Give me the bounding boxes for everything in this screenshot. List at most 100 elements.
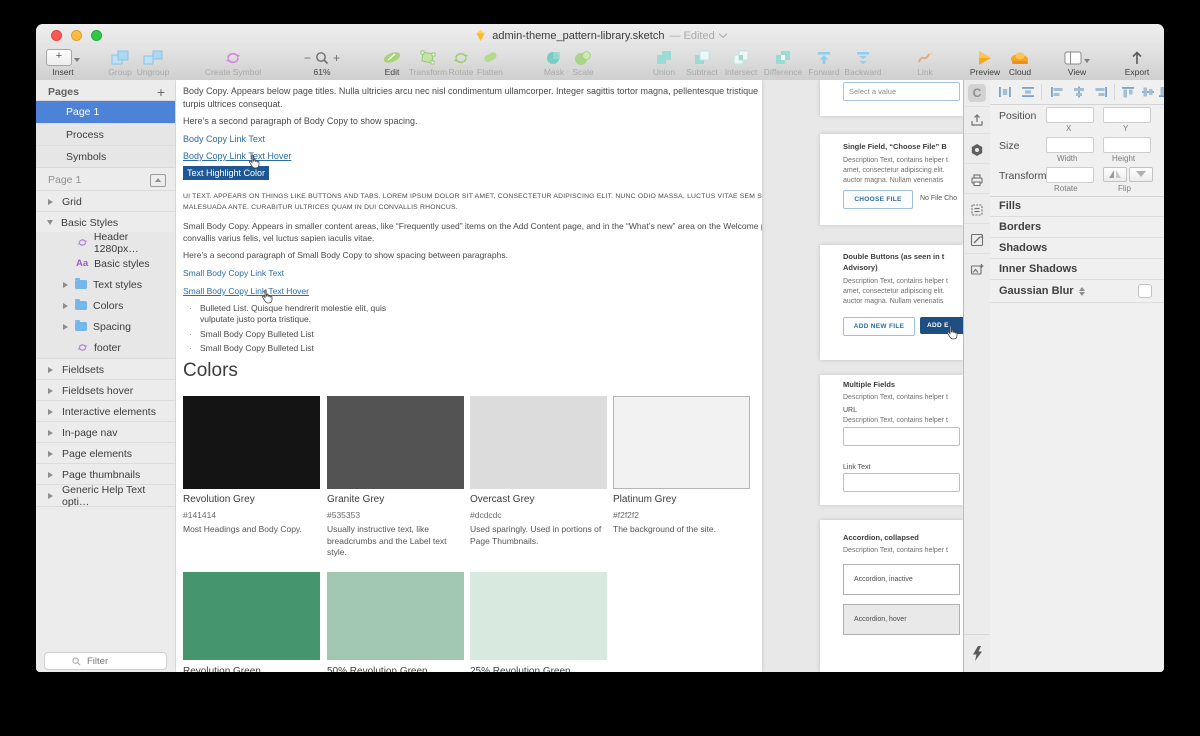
flatten-button[interactable]: Flatten (457, 49, 523, 79)
small-body-link-hover: Small Body Copy Link Text Hover (183, 286, 309, 296)
flip-horizontal-button[interactable] (1103, 167, 1127, 182)
toolbar: + Insert Group Ungroup Create Symbol − +… (36, 47, 1164, 81)
ui-text-line: UI TEXT. APPEARS ON THINGS LIKE BUTTONS … (183, 193, 762, 200)
position-x-input[interactable] (1046, 107, 1094, 123)
export-button[interactable]: Export (1104, 49, 1164, 79)
settings-tool[interactable] (964, 137, 990, 164)
bullet-line: Small Body Copy Bulleted List (200, 343, 314, 353)
small-body-link-text: Small Body Copy Link Text (183, 268, 284, 278)
image-plus-icon (970, 263, 984, 277)
artboard-double-buttons[interactable]: Double Buttons (as seen in t Advisory) D… (820, 245, 963, 360)
link-icon (916, 50, 934, 65)
zoom-in-icon[interactable]: + (333, 51, 340, 65)
layer-row-text-styles-folder[interactable]: Text styles (36, 274, 175, 295)
align-top-icon[interactable] (1121, 86, 1135, 98)
layer-row-generic-help-text[interactable]: Generic Help Text opti… (36, 484, 175, 507)
align-middle-vertical-icon[interactable] (1141, 86, 1155, 98)
link-text-input-sample (843, 473, 960, 492)
swatch-overcast-grey (470, 396, 607, 489)
add-page-button[interactable]: + (157, 84, 165, 100)
align-bottom-icon[interactable] (1158, 86, 1164, 98)
swatch-desc: Usually instructive text, like breadcrum… (327, 524, 464, 559)
page-item-symbols[interactable]: Symbols (36, 145, 175, 168)
shadows-section-header[interactable]: Shadows (990, 238, 1164, 259)
borders-section-header[interactable]: Borders (990, 217, 1164, 238)
swatch-revolution-grey (183, 396, 320, 489)
create-symbol-button[interactable]: Create Symbol (200, 49, 266, 79)
distribute-vertically-icon[interactable] (1021, 86, 1035, 98)
component-tab[interactable]: C (964, 80, 990, 107)
layer-row-colors-folder[interactable]: Colors (36, 295, 175, 316)
zoom-control[interactable]: − + 61% (289, 49, 355, 79)
align-center-horizontal-icon[interactable] (1072, 86, 1086, 98)
size-label: Size (999, 140, 1019, 152)
layer-row-fieldsets-hover[interactable]: Fieldsets hover (36, 379, 175, 401)
layer-row-fieldsets[interactable]: Fieldsets (36, 358, 175, 380)
vector-edit-tool[interactable] (964, 227, 990, 254)
stepper-icon[interactable] (1079, 287, 1085, 296)
zoom-out-icon[interactable]: − (304, 51, 311, 65)
artboard-basic-styles[interactable]: Body Copy. Appears below page titles. Nu… (176, 80, 762, 672)
ungroup-button[interactable]: Ungroup (120, 49, 186, 79)
printer-icon (970, 173, 984, 187)
backward-button[interactable]: Backward (830, 49, 896, 79)
inner-shadows-section-header[interactable]: Inner Shadows (990, 259, 1164, 280)
view-button[interactable]: View (1044, 49, 1110, 79)
layer-row-page-elements[interactable]: Page elements (36, 442, 175, 464)
filter-input[interactable] (85, 655, 139, 668)
fills-section-header[interactable]: Fills (990, 196, 1164, 217)
gaussian-blur-checkbox[interactable] (1138, 284, 1152, 298)
archive-tool[interactable] (964, 167, 990, 194)
plugins-tool[interactable] (964, 634, 990, 671)
url-label: URL (843, 407, 857, 414)
artboard-select-field[interactable]: Select a value (820, 80, 963, 116)
caret-down-icon (1084, 59, 1090, 63)
document-title: admin-theme_pattern-library.sketch (492, 30, 664, 42)
design-canvas[interactable]: Body Copy. Appears below page titles. Nu… (175, 80, 963, 672)
inspector-tool-strip: C (963, 80, 991, 672)
height-label: Height (1112, 154, 1135, 163)
artboard-accordion[interactable]: Accordion, collapsed Description Text, c… (820, 520, 963, 672)
bullet-line: vulputate justo porta tristique. (200, 314, 311, 324)
layer-row-grid[interactable]: Grid (36, 190, 175, 212)
folder-icon (75, 322, 87, 331)
position-y-input[interactable] (1103, 107, 1151, 123)
select-a-value-dropdown: Select a value (843, 82, 960, 101)
size-width-input[interactable] (1046, 137, 1094, 153)
swatch-granite-grey (327, 396, 464, 489)
link-button[interactable]: Link (892, 49, 958, 79)
flip-vertical-button[interactable] (1129, 167, 1153, 182)
export-arrow-icon (1130, 50, 1144, 65)
gaussian-blur-row[interactable]: Gaussian Blur (990, 280, 1164, 303)
body-copy-link-hover: Body Copy Link Text Hover (183, 151, 291, 161)
title-chevron-down-icon[interactable] (718, 30, 726, 38)
single-field-heading: Single Field, “Choose File” B (843, 142, 947, 151)
distribute-horizontally-icon[interactable] (998, 86, 1012, 98)
align-left-icon[interactable] (1050, 86, 1064, 98)
symbol-icon (77, 342, 88, 353)
layer-row-basic-styles-text[interactable]: Aa Basic styles (36, 253, 175, 274)
artboard-multiple-fields[interactable]: Multiple Fields Description Text, contai… (820, 375, 963, 505)
layer-row-in-page-nav[interactable]: In-page nav (36, 421, 175, 443)
image-tool[interactable] (964, 257, 990, 283)
layer-row-page-thumbnails[interactable]: Page thumbnails (36, 463, 175, 485)
form-icon (970, 203, 984, 217)
rotate-input[interactable] (1046, 167, 1094, 183)
artboard-single-field[interactable]: Single Field, “Choose File” B Descriptio… (820, 134, 963, 225)
export-tool[interactable] (964, 107, 990, 134)
page-item-page-1[interactable]: Page 1 (36, 101, 175, 123)
align-right-icon[interactable] (1094, 86, 1108, 98)
create-symbol-icon (224, 50, 242, 66)
layer-row-spacing-folder[interactable]: Spacing (36, 316, 175, 337)
small-body-line: convallis varius felis, vel luctus sapie… (183, 233, 374, 243)
swatch-revolution-green (183, 572, 320, 660)
layer-row-interactive-elements[interactable]: Interactive elements (36, 400, 175, 422)
scale-icon (574, 50, 592, 66)
collapse-pages-icon[interactable] (150, 174, 166, 187)
page-item-process[interactable]: Process (36, 123, 175, 146)
scale-button[interactable]: Scale (550, 49, 616, 79)
size-height-input[interactable] (1103, 137, 1151, 153)
form-tool[interactable] (964, 197, 990, 224)
layer-row-header-symbol[interactable]: Header 1280px… (36, 232, 175, 253)
layer-row-footer-symbol[interactable]: footer (36, 337, 175, 358)
